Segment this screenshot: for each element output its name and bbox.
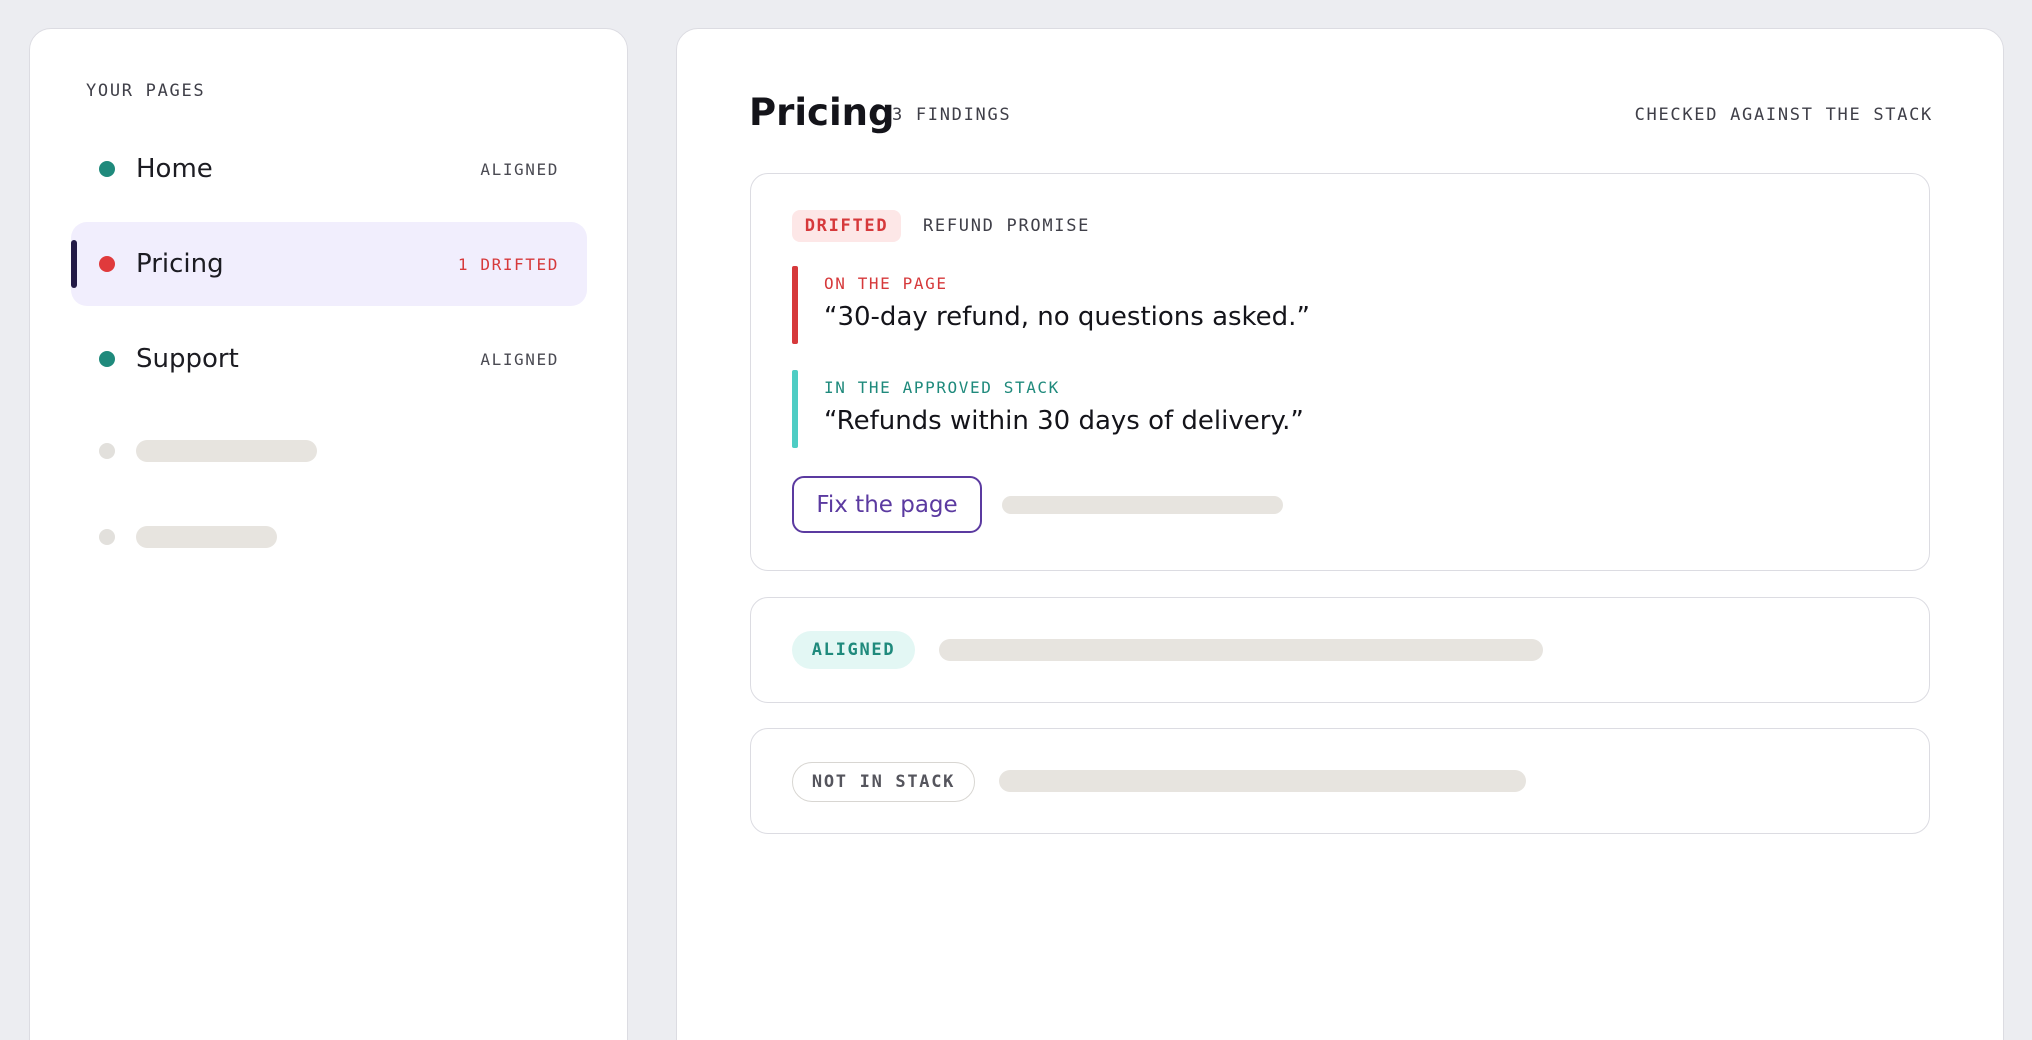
on-page-quote: ON THE PAGE “30-day refund, no questions… <box>792 266 1692 344</box>
status-dot-icon <box>99 351 115 367</box>
skeleton-line <box>939 639 1543 661</box>
stack-quote: IN THE APPROVED STACK “Refunds within 30… <box>792 370 1692 448</box>
page-title: Pricing <box>749 91 895 134</box>
status-dot-icon <box>99 256 115 272</box>
sidebar-item-label: Pricing <box>136 249 224 279</box>
not-in-stack-badge: NOT IN STACK <box>792 762 975 802</box>
sidebar-item-placeholder <box>71 409 587 493</box>
finding-card-not-in-stack: NOT IN STACK <box>750 728 1930 834</box>
sidebar-item-status: 1 DRIFTED <box>457 254 559 274</box>
quote-stripe <box>792 266 798 344</box>
finding-topic: REFUND PROMISE <box>923 216 1091 236</box>
sidebar-item-status: ALIGNED <box>480 159 559 179</box>
sidebar: YOUR PAGES Home ALIGNED Pricing 1 DRIFTE… <box>29 28 628 1040</box>
active-indicator <box>71 240 77 288</box>
skeleton-line <box>136 440 317 462</box>
sidebar-item-label: Support <box>136 344 239 374</box>
status-dot-icon <box>99 161 115 177</box>
quote-text: “Refunds within 30 days of delivery.” <box>824 406 1304 436</box>
finding-card-aligned: ALIGNED <box>750 597 1930 703</box>
skeleton-line <box>1002 496 1283 514</box>
quote-stripe <box>792 370 798 448</box>
placeholder-dot-icon <box>99 529 115 545</box>
aligned-badge: ALIGNED <box>792 631 915 669</box>
drifted-badge: DRIFTED <box>792 210 901 242</box>
sidebar-item-placeholder <box>71 495 587 579</box>
quote-label: IN THE APPROVED STACK <box>824 378 1060 397</box>
placeholder-dot-icon <box>99 443 115 459</box>
quote-text: “30-day refund, no questions asked.” <box>824 302 1310 332</box>
sidebar-item-status: ALIGNED <box>480 349 559 369</box>
main-panel: Pricing 3 FINDINGS CHECKED AGAINST THE S… <box>676 28 2004 1040</box>
fix-page-button[interactable]: Fix the page <box>792 476 982 533</box>
sidebar-heading: YOUR PAGES <box>86 81 206 101</box>
skeleton-line <box>999 770 1526 792</box>
checked-against-label: CHECKED AGAINST THE STACK <box>1634 105 1933 125</box>
findings-count: 3 FINDINGS <box>892 105 1012 125</box>
finding-card-drifted: DRIFTED REFUND PROMISE ON THE PAGE “30-d… <box>750 173 1930 571</box>
sidebar-item-support[interactable]: Support ALIGNED <box>71 317 587 401</box>
sidebar-item-pricing[interactable]: Pricing 1 DRIFTED <box>71 222 587 306</box>
sidebar-item-label: Home <box>136 154 213 184</box>
quote-label: ON THE PAGE <box>824 274 948 293</box>
skeleton-line <box>136 526 277 548</box>
sidebar-item-home[interactable]: Home ALIGNED <box>71 127 587 211</box>
